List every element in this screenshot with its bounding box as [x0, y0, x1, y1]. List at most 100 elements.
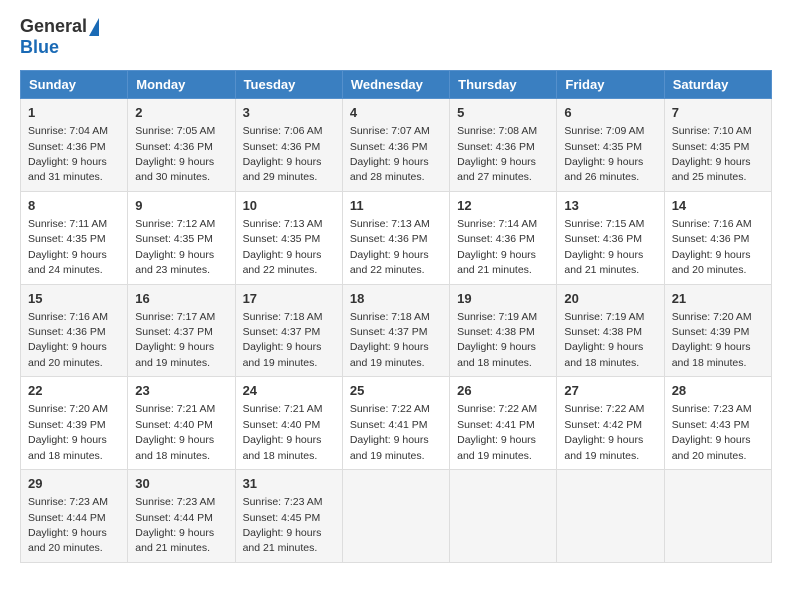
- day-detail: Sunrise: 7:23 AMSunset: 4:44 PMDaylight:…: [28, 496, 108, 554]
- calendar-cell: 14 Sunrise: 7:16 AMSunset: 4:36 PMDaylig…: [664, 191, 771, 284]
- calendar-cell: 26 Sunrise: 7:22 AMSunset: 4:41 PMDaylig…: [450, 377, 557, 470]
- day-number: 30: [135, 475, 227, 493]
- day-number: 28: [672, 382, 764, 400]
- calendar-cell: 5 Sunrise: 7:08 AMSunset: 4:36 PMDayligh…: [450, 99, 557, 192]
- calendar-cell: 1 Sunrise: 7:04 AMSunset: 4:36 PMDayligh…: [21, 99, 128, 192]
- calendar-cell: 6 Sunrise: 7:09 AMSunset: 4:35 PMDayligh…: [557, 99, 664, 192]
- day-number: 13: [564, 197, 656, 215]
- logo: General Blue: [20, 16, 99, 58]
- calendar-week-row: 29 Sunrise: 7:23 AMSunset: 4:44 PMDaylig…: [21, 470, 772, 563]
- calendar-cell: 3 Sunrise: 7:06 AMSunset: 4:36 PMDayligh…: [235, 99, 342, 192]
- day-number: 9: [135, 197, 227, 215]
- day-detail: Sunrise: 7:23 AMSunset: 4:45 PMDaylight:…: [243, 496, 323, 554]
- calendar-cell: 28 Sunrise: 7:23 AMSunset: 4:43 PMDaylig…: [664, 377, 771, 470]
- day-number: 3: [243, 104, 335, 122]
- day-number: 17: [243, 290, 335, 308]
- day-detail: Sunrise: 7:18 AMSunset: 4:37 PMDaylight:…: [243, 311, 323, 369]
- day-number: 11: [350, 197, 442, 215]
- day-number: 31: [243, 475, 335, 493]
- day-detail: Sunrise: 7:11 AMSunset: 4:35 PMDaylight:…: [28, 218, 107, 276]
- day-number: 2: [135, 104, 227, 122]
- calendar-cell: 11 Sunrise: 7:13 AMSunset: 4:36 PMDaylig…: [342, 191, 449, 284]
- day-number: 15: [28, 290, 120, 308]
- day-detail: Sunrise: 7:19 AMSunset: 4:38 PMDaylight:…: [564, 311, 644, 369]
- calendar-cell: 10 Sunrise: 7:13 AMSunset: 4:35 PMDaylig…: [235, 191, 342, 284]
- day-number: 7: [672, 104, 764, 122]
- day-number: 10: [243, 197, 335, 215]
- day-detail: Sunrise: 7:09 AMSunset: 4:35 PMDaylight:…: [564, 125, 644, 183]
- day-detail: Sunrise: 7:06 AMSunset: 4:36 PMDaylight:…: [243, 125, 323, 183]
- day-detail: Sunrise: 7:20 AMSunset: 4:39 PMDaylight:…: [28, 403, 108, 461]
- day-number: 12: [457, 197, 549, 215]
- calendar-cell: [450, 470, 557, 563]
- day-detail: Sunrise: 7:21 AMSunset: 4:40 PMDaylight:…: [135, 403, 215, 461]
- calendar-cell: 17 Sunrise: 7:18 AMSunset: 4:37 PMDaylig…: [235, 284, 342, 377]
- calendar-cell: 21 Sunrise: 7:20 AMSunset: 4:39 PMDaylig…: [664, 284, 771, 377]
- calendar-cell: 9 Sunrise: 7:12 AMSunset: 4:35 PMDayligh…: [128, 191, 235, 284]
- calendar-cell: 30 Sunrise: 7:23 AMSunset: 4:44 PMDaylig…: [128, 470, 235, 563]
- calendar-cell: 16 Sunrise: 7:17 AMSunset: 4:37 PMDaylig…: [128, 284, 235, 377]
- day-number: 24: [243, 382, 335, 400]
- day-number: 27: [564, 382, 656, 400]
- day-detail: Sunrise: 7:22 AMSunset: 4:41 PMDaylight:…: [350, 403, 430, 461]
- day-number: 29: [28, 475, 120, 493]
- col-header-wednesday: Wednesday: [342, 71, 449, 99]
- logo-blue-text: Blue: [20, 37, 59, 58]
- day-detail: Sunrise: 7:23 AMSunset: 4:44 PMDaylight:…: [135, 496, 215, 554]
- day-number: 18: [350, 290, 442, 308]
- calendar-cell: 18 Sunrise: 7:18 AMSunset: 4:37 PMDaylig…: [342, 284, 449, 377]
- calendar-cell: 29 Sunrise: 7:23 AMSunset: 4:44 PMDaylig…: [21, 470, 128, 563]
- day-detail: Sunrise: 7:07 AMSunset: 4:36 PMDaylight:…: [350, 125, 430, 183]
- calendar-cell: 4 Sunrise: 7:07 AMSunset: 4:36 PMDayligh…: [342, 99, 449, 192]
- day-number: 22: [28, 382, 120, 400]
- calendar-cell: 15 Sunrise: 7:16 AMSunset: 4:36 PMDaylig…: [21, 284, 128, 377]
- calendar-cell: 24 Sunrise: 7:21 AMSunset: 4:40 PMDaylig…: [235, 377, 342, 470]
- day-detail: Sunrise: 7:20 AMSunset: 4:39 PMDaylight:…: [672, 311, 752, 369]
- day-detail: Sunrise: 7:16 AMSunset: 4:36 PMDaylight:…: [28, 311, 108, 369]
- col-header-sunday: Sunday: [21, 71, 128, 99]
- calendar-week-row: 22 Sunrise: 7:20 AMSunset: 4:39 PMDaylig…: [21, 377, 772, 470]
- col-header-friday: Friday: [557, 71, 664, 99]
- day-detail: Sunrise: 7:15 AMSunset: 4:36 PMDaylight:…: [564, 218, 644, 276]
- day-detail: Sunrise: 7:17 AMSunset: 4:37 PMDaylight:…: [135, 311, 215, 369]
- calendar-week-row: 15 Sunrise: 7:16 AMSunset: 4:36 PMDaylig…: [21, 284, 772, 377]
- day-detail: Sunrise: 7:13 AMSunset: 4:35 PMDaylight:…: [243, 218, 323, 276]
- day-number: 6: [564, 104, 656, 122]
- calendar-cell: [342, 470, 449, 563]
- col-header-saturday: Saturday: [664, 71, 771, 99]
- day-number: 20: [564, 290, 656, 308]
- calendar-cell: 7 Sunrise: 7:10 AMSunset: 4:35 PMDayligh…: [664, 99, 771, 192]
- day-detail: Sunrise: 7:23 AMSunset: 4:43 PMDaylight:…: [672, 403, 752, 461]
- calendar-header-row: SundayMondayTuesdayWednesdayThursdayFrid…: [21, 71, 772, 99]
- day-detail: Sunrise: 7:16 AMSunset: 4:36 PMDaylight:…: [672, 218, 752, 276]
- day-detail: Sunrise: 7:21 AMSunset: 4:40 PMDaylight:…: [243, 403, 323, 461]
- day-number: 26: [457, 382, 549, 400]
- day-detail: Sunrise: 7:22 AMSunset: 4:42 PMDaylight:…: [564, 403, 644, 461]
- day-detail: Sunrise: 7:18 AMSunset: 4:37 PMDaylight:…: [350, 311, 430, 369]
- calendar-table: SundayMondayTuesdayWednesdayThursdayFrid…: [20, 70, 772, 563]
- calendar-cell: 19 Sunrise: 7:19 AMSunset: 4:38 PMDaylig…: [450, 284, 557, 377]
- col-header-monday: Monday: [128, 71, 235, 99]
- col-header-tuesday: Tuesday: [235, 71, 342, 99]
- calendar-cell: 25 Sunrise: 7:22 AMSunset: 4:41 PMDaylig…: [342, 377, 449, 470]
- calendar-cell: 13 Sunrise: 7:15 AMSunset: 4:36 PMDaylig…: [557, 191, 664, 284]
- calendar-cell: 20 Sunrise: 7:19 AMSunset: 4:38 PMDaylig…: [557, 284, 664, 377]
- day-detail: Sunrise: 7:13 AMSunset: 4:36 PMDaylight:…: [350, 218, 430, 276]
- calendar-cell: 27 Sunrise: 7:22 AMSunset: 4:42 PMDaylig…: [557, 377, 664, 470]
- day-detail: Sunrise: 7:12 AMSunset: 4:35 PMDaylight:…: [135, 218, 215, 276]
- calendar-cell: 22 Sunrise: 7:20 AMSunset: 4:39 PMDaylig…: [21, 377, 128, 470]
- calendar-week-row: 8 Sunrise: 7:11 AMSunset: 4:35 PMDayligh…: [21, 191, 772, 284]
- day-number: 1: [28, 104, 120, 122]
- day-number: 5: [457, 104, 549, 122]
- calendar-cell: 31 Sunrise: 7:23 AMSunset: 4:45 PMDaylig…: [235, 470, 342, 563]
- day-detail: Sunrise: 7:10 AMSunset: 4:35 PMDaylight:…: [672, 125, 752, 183]
- calendar-cell: [664, 470, 771, 563]
- day-number: 16: [135, 290, 227, 308]
- day-number: 21: [672, 290, 764, 308]
- day-detail: Sunrise: 7:14 AMSunset: 4:36 PMDaylight:…: [457, 218, 537, 276]
- calendar-cell: 23 Sunrise: 7:21 AMSunset: 4:40 PMDaylig…: [128, 377, 235, 470]
- day-number: 4: [350, 104, 442, 122]
- page-header: General Blue: [20, 16, 772, 58]
- day-detail: Sunrise: 7:22 AMSunset: 4:41 PMDaylight:…: [457, 403, 537, 461]
- day-number: 8: [28, 197, 120, 215]
